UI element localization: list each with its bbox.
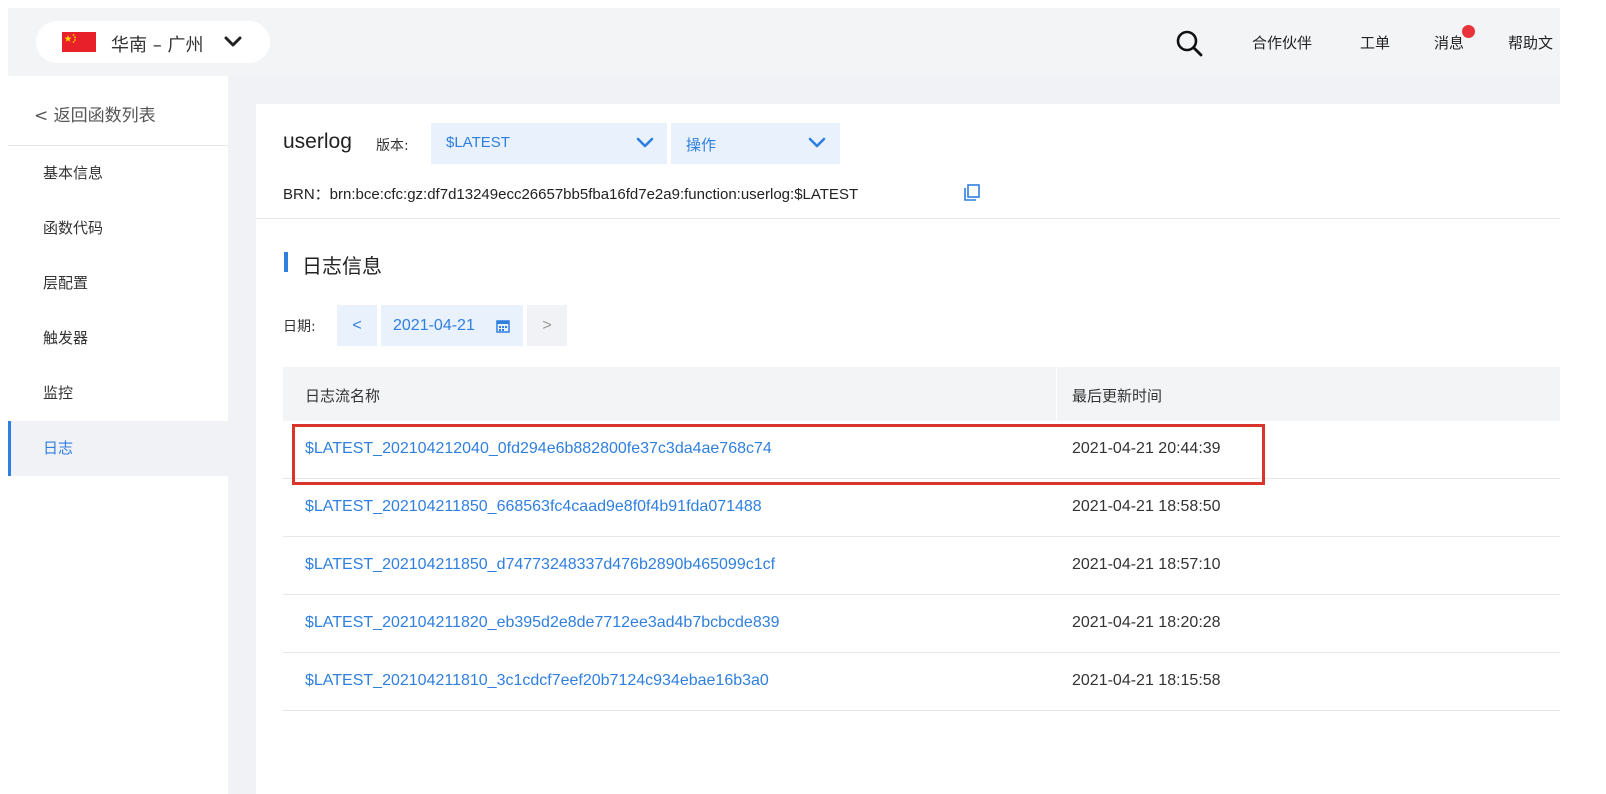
help-docs-link[interactable]: 帮助文: [1508, 32, 1553, 53]
last-update-time: 2021-04-21 18:20:28: [1072, 614, 1221, 631]
log-stream-link[interactable]: $LATEST_202104211850_668563fc4caad9e8f0f…: [305, 498, 762, 516]
log-stream-link[interactable]: $LATEST_202104211850_d74773248337d476b28…: [305, 556, 775, 574]
action-select-value: 操作: [686, 136, 717, 154]
table-row: $LATEST_202104211850_d74773248337d476b28…: [283, 537, 1560, 595]
chevron-down-icon: [808, 136, 826, 154]
next-date-button[interactable]: >: [527, 305, 567, 346]
date-picker[interactable]: 2021-04-21: [381, 305, 523, 346]
table-header: 日志流名称 最后更新时间: [283, 367, 1560, 421]
chevron-down-icon[interactable]: [224, 35, 242, 54]
calendar-icon: [496, 319, 510, 338]
back-to-function-list-link[interactable]: < 返回函数列表: [34, 101, 156, 126]
top-navigation-bar: 华南 – 广州 合作伙伴 工单 消息 帮助文: [8, 8, 1560, 76]
region-selector[interactable]: 华南 – 广州: [36, 21, 270, 63]
sidebar: < 返回函数列表 基本信息 函数代码 层配置 触发器 监控 日志: [8, 76, 228, 794]
china-flag-icon: [62, 32, 96, 52]
table-row: $LATEST_202104211820_eb395d2e8de7712ee3a…: [283, 595, 1560, 653]
partners-link[interactable]: 合作伙伴: [1252, 32, 1312, 53]
last-update-time: 2021-04-21 18:15:58: [1072, 672, 1221, 689]
last-update-time: 2021-04-21 18:57:10: [1072, 556, 1221, 573]
header-divider: [256, 218, 1560, 219]
sidebar-item-monitoring[interactable]: 监控: [8, 366, 228, 421]
section-accent-bar: [284, 252, 288, 272]
version-select[interactable]: $LATEST: [431, 123, 667, 164]
chevron-down-icon: [636, 136, 654, 154]
action-select[interactable]: 操作: [671, 123, 840, 164]
previous-date-button[interactable]: <: [337, 305, 377, 346]
version-select-value: $LATEST: [446, 134, 510, 151]
log-stream-link[interactable]: $LATEST_202104211820_eb395d2e8de7712ee3a…: [305, 614, 780, 632]
function-name-title: userlog: [283, 130, 352, 153]
message-badge: [1462, 25, 1475, 38]
version-label: 版本:: [376, 138, 409, 154]
search-icon[interactable]: [1174, 28, 1206, 60]
sidebar-item-layer-config[interactable]: 层配置: [8, 256, 228, 311]
sidebar-item-function-code[interactable]: 函数代码: [8, 201, 228, 256]
date-label: 日期:: [283, 319, 316, 335]
column-header-last-update-time: 最后更新时间: [1072, 387, 1163, 405]
tickets-link[interactable]: 工单: [1360, 32, 1390, 53]
column-divider: [1056, 367, 1057, 421]
table-row: $LATEST_202104211850_668563fc4caad9e8f0f…: [283, 479, 1560, 537]
messages-link[interactable]: 消息: [1434, 32, 1464, 53]
highlight-box: [292, 424, 1265, 485]
last-update-time: 2021-04-21 18:58:50: [1072, 498, 1221, 515]
copy-icon[interactable]: [964, 184, 980, 201]
sidebar-item-basic-info[interactable]: 基本信息: [8, 146, 228, 201]
log-stream-link[interactable]: $LATEST_202104211810_3c1cdcf7eef20b7124c…: [305, 672, 769, 690]
region-label: 华南 – 广州: [111, 35, 204, 56]
column-header-log-stream-name: 日志流名称: [305, 387, 381, 405]
table-row: $LATEST_202104211810_3c1cdcf7eef20b7124c…: [283, 653, 1560, 711]
sidebar-item-triggers[interactable]: 触发器: [8, 311, 228, 366]
log-section-title: 日志信息: [302, 254, 382, 278]
sidebar-item-logs[interactable]: 日志: [8, 421, 228, 476]
date-value: 2021-04-21: [393, 317, 475, 334]
function-brn: BRN：brn:bce:cfc:gz:df7d13249ecc26657bb5f…: [283, 186, 859, 203]
